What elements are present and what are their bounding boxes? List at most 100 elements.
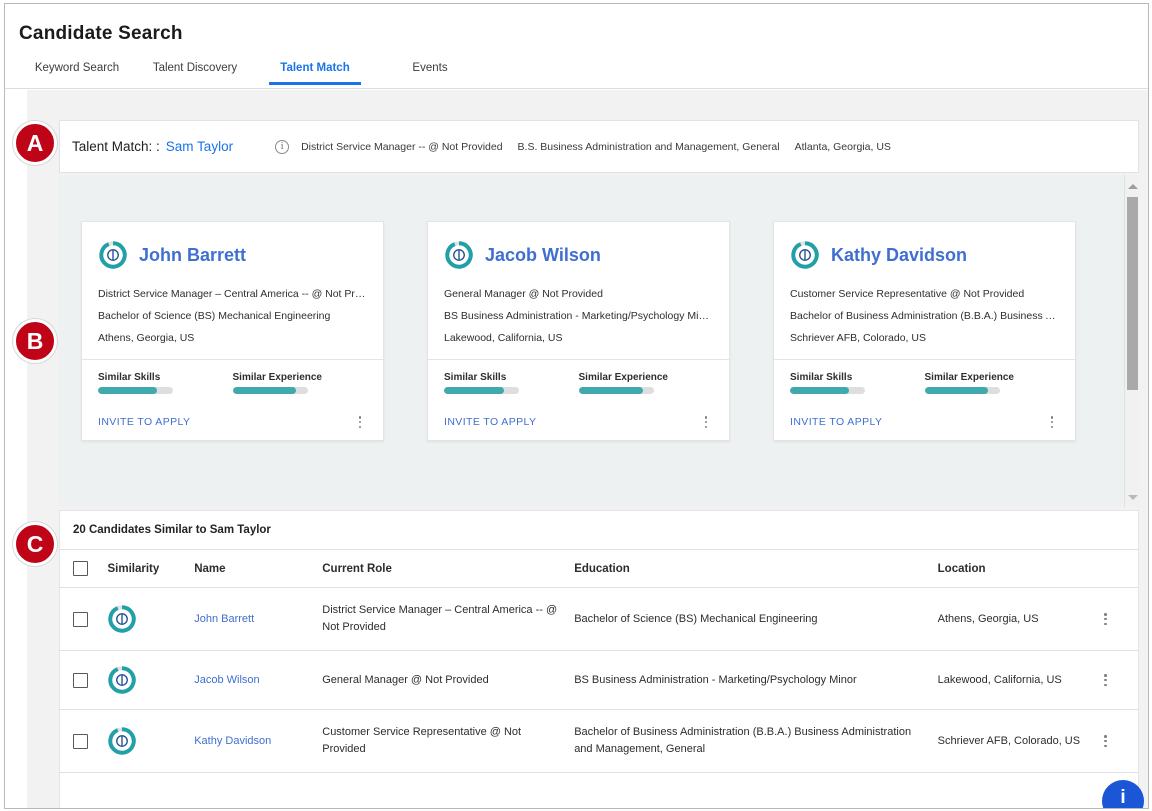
column-header-similarity[interactable]: Similarity bbox=[107, 549, 195, 588]
row-checkbox[interactable] bbox=[73, 672, 88, 688]
similar-skills-bar bbox=[790, 387, 865, 394]
row-candidate-name-link[interactable]: Kathy Davidson bbox=[194, 735, 271, 747]
scroll-down-icon[interactable] bbox=[1125, 490, 1139, 505]
more-options-icon[interactable] bbox=[1099, 611, 1113, 627]
candidate-role: District Service Manager – Central Ameri… bbox=[98, 288, 367, 300]
row-select-cell bbox=[60, 587, 108, 652]
more-options-icon[interactable] bbox=[1045, 414, 1059, 430]
summary-location: Atlanta, Georgia, US bbox=[794, 140, 891, 153]
column-header-education[interactable]: Education bbox=[574, 549, 938, 588]
candidate-card-bottom: Similar Skills Similar Experience INVITE… bbox=[774, 360, 1075, 440]
row-actions-cell bbox=[1092, 587, 1138, 652]
similar-skills-label: Similar Skills bbox=[444, 372, 507, 383]
column-header-name[interactable]: Name bbox=[194, 549, 323, 588]
row-current-role: District Service Manager – Central Ameri… bbox=[322, 587, 575, 652]
row-checkbox[interactable] bbox=[73, 611, 88, 627]
more-options-icon[interactable] bbox=[699, 414, 713, 430]
candidate-card[interactable]: Kathy Davidson Customer Service Represen… bbox=[773, 221, 1076, 441]
similarity-metrics: Similar Skills Similar Experience bbox=[444, 372, 713, 394]
candidate-card-header: Jacob Wilson bbox=[444, 236, 713, 274]
similar-skills-label: Similar Skills bbox=[98, 372, 161, 383]
candidate-card[interactable]: Jacob Wilson General Manager @ Not Provi… bbox=[427, 221, 730, 441]
candidate-name-link[interactable]: John Barrett bbox=[139, 245, 246, 266]
row-current-role: General Manager @ Not Provided bbox=[322, 650, 575, 711]
similar-skills-label: Similar Skills bbox=[790, 372, 853, 383]
similar-experience-label: Similar Experience bbox=[924, 372, 1015, 383]
top-matches-panel: John Barrett District Service Manager – … bbox=[59, 175, 1139, 507]
candidate-card-actions: INVITE TO APPLY bbox=[98, 414, 367, 430]
row-candidate-name-link[interactable]: Jacob Wilson bbox=[194, 674, 259, 686]
row-candidate-name-link[interactable]: John Barrett bbox=[194, 613, 254, 625]
row-checkbox[interactable] bbox=[73, 733, 88, 749]
more-options-icon[interactable] bbox=[353, 414, 367, 430]
similarity-donut-icon bbox=[99, 241, 127, 269]
similar-skills-bar-fill bbox=[444, 387, 504, 394]
column-header-location[interactable]: Location bbox=[937, 549, 1093, 588]
tab-strip: Keyword Search Talent Discovery Talent M… bbox=[19, 60, 485, 89]
candidate-card-top: John Barrett District Service Manager – … bbox=[82, 222, 383, 360]
table-row[interactable]: Kathy Davidson Customer Service Represen… bbox=[60, 709, 1138, 774]
table-header: Similarity Name Current Role Education L… bbox=[60, 549, 1138, 588]
row-current-role: Customer Service Representative @ Not Pr… bbox=[322, 709, 575, 774]
scroll-up-icon[interactable] bbox=[1125, 179, 1139, 194]
similar-experience-label: Similar Experience bbox=[578, 372, 669, 383]
cards-panel-scrollbar[interactable] bbox=[1124, 175, 1139, 507]
more-options-icon[interactable] bbox=[1099, 672, 1113, 688]
tab-talent-discovery[interactable]: Talent Discovery bbox=[135, 60, 255, 85]
similarity-metrics: Similar Skills Similar Experience bbox=[790, 372, 1059, 394]
select-all-header bbox=[60, 549, 108, 588]
similar-experience-metric: Similar Experience bbox=[924, 372, 1060, 394]
candidate-card-bottom: Similar Skills Similar Experience INVITE… bbox=[428, 360, 729, 440]
similar-experience-bar bbox=[578, 387, 654, 394]
row-similarity-cell bbox=[107, 709, 195, 774]
candidate-name-link[interactable]: Kathy Davidson bbox=[831, 245, 967, 266]
tab-keyword-search[interactable]: Keyword Search bbox=[19, 60, 135, 85]
select-all-checkbox[interactable] bbox=[73, 561, 88, 576]
candidate-role: General Manager @ Not Provided bbox=[444, 288, 603, 300]
summary-education: B.S. Business Administration and Managem… bbox=[517, 140, 780, 153]
similar-experience-metric: Similar Experience bbox=[232, 372, 368, 394]
column-header-current-role[interactable]: Current Role bbox=[322, 549, 575, 588]
summary-role: District Service Manager -- @ Not Provid… bbox=[301, 140, 503, 153]
candidate-education: Bachelor of Science (BS) Mechanical Engi… bbox=[98, 310, 331, 322]
table-header-row: Similarity Name Current Role Education L… bbox=[60, 549, 1138, 588]
row-similarity-cell bbox=[107, 650, 195, 711]
table-body: John Barrett District Service Manager – … bbox=[60, 587, 1138, 774]
candidate-card-header: Kathy Davidson bbox=[790, 236, 1059, 274]
table-caption: 20 Candidates Similar to Sam Taylor bbox=[73, 524, 271, 536]
candidate-card-actions: INVITE TO APPLY bbox=[444, 414, 713, 430]
row-actions-cell bbox=[1092, 709, 1138, 774]
table-row[interactable]: Jacob Wilson General Manager @ Not Provi… bbox=[60, 650, 1138, 711]
row-select-cell bbox=[60, 650, 108, 711]
column-header-actions bbox=[1092, 549, 1138, 588]
left-gutter bbox=[5, 90, 27, 808]
similarity-donut-icon bbox=[108, 727, 137, 755]
info-icon[interactable]: i bbox=[275, 139, 290, 154]
table-row[interactable]: John Barrett District Service Manager – … bbox=[60, 587, 1138, 652]
similar-experience-metric: Similar Experience bbox=[578, 372, 714, 394]
invite-to-apply-button[interactable]: INVITE TO APPLY bbox=[790, 416, 882, 428]
similar-experience-bar bbox=[924, 387, 1000, 394]
row-name-cell: Jacob Wilson bbox=[194, 650, 323, 711]
invite-to-apply-button[interactable]: INVITE TO APPLY bbox=[98, 416, 190, 428]
row-location: Athens, Georgia, US bbox=[937, 587, 1093, 652]
row-education: Bachelor of Science (BS) Mechanical Engi… bbox=[574, 587, 938, 652]
similar-skills-bar-fill bbox=[790, 387, 850, 394]
tab-events[interactable]: Events bbox=[375, 60, 485, 85]
invite-to-apply-button[interactable]: INVITE TO APPLY bbox=[444, 416, 536, 428]
candidate-card[interactable]: John Barrett District Service Manager – … bbox=[81, 221, 384, 441]
row-name-cell: Kathy Davidson bbox=[194, 709, 323, 774]
candidate-card-top: Kathy Davidson Customer Service Represen… bbox=[774, 222, 1075, 360]
page-frame: Candidate Search Keyword Search Talent D… bbox=[4, 3, 1149, 809]
candidate-name-link[interactable]: Jacob Wilson bbox=[485, 245, 601, 266]
annotation-badge-c: C bbox=[13, 522, 57, 566]
similar-skills-metric: Similar Skills bbox=[790, 372, 925, 394]
row-location: Lakewood, California, US bbox=[937, 650, 1093, 711]
tab-talent-match[interactable]: Talent Match bbox=[255, 60, 375, 85]
more-options-icon[interactable] bbox=[1099, 733, 1113, 749]
scrollbar-thumb[interactable] bbox=[1127, 197, 1138, 390]
candidate-details: District Service Manager – Central Ameri… bbox=[98, 288, 367, 344]
candidate-card-actions: INVITE TO APPLY bbox=[790, 414, 1059, 430]
talent-match-candidate-link[interactable]: Sam Taylor bbox=[166, 139, 233, 154]
annotation-badge-a: A bbox=[13, 121, 57, 165]
